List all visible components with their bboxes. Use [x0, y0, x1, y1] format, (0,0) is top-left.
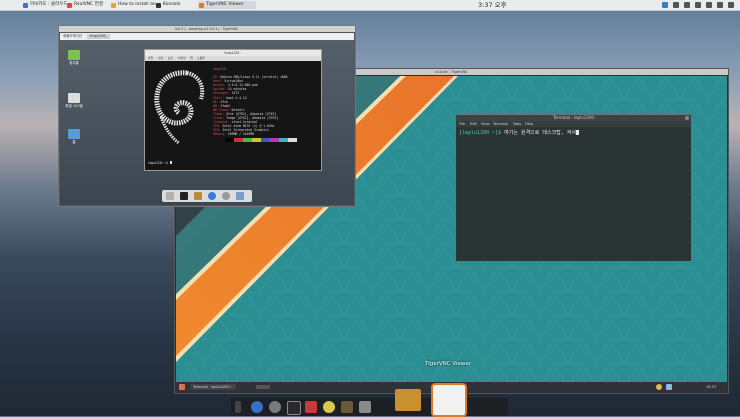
camera-icon[interactable] [269, 401, 281, 413]
terminal-line: [leplu1200 ~]$ 여기는 원격으로 데스크탑, 켜서 [459, 129, 580, 136]
neofetch-userhost: tmp4128 [213, 67, 227, 71]
browser-icon[interactable] [208, 192, 216, 200]
terminal-icon[interactable] [287, 401, 301, 415]
taskbar-item-label: RealVNC 연결 [74, 2, 103, 7]
drive-icon [68, 93, 80, 103]
menu-view[interactable]: View [481, 121, 490, 127]
trash-desktop-icon[interactable]: 휴지통 [65, 50, 83, 66]
color-palette [225, 138, 297, 142]
icon-label: 홈 [72, 140, 76, 144]
filesystem-desktop-icon[interactable]: 파일 시스템 [65, 93, 83, 109]
applications-menu[interactable]: 애플리케이션 [63, 33, 82, 40]
vm-dock [162, 190, 252, 202]
neofetch-terminal-window[interactable]: tmp4128 - 파일 편집 보기 터미널 탭 도움말 tmp4128 OS:… [144, 49, 322, 171]
folder-icon[interactable] [236, 192, 244, 200]
vm-task-item[interactable]: tmp4128_ [87, 34, 111, 39]
info-value: 209MB / 1019MB [227, 132, 254, 137]
notifications-icon[interactable] [717, 2, 723, 8]
home-desktop-icon[interactable]: 홈 [65, 129, 83, 145]
host-dock [231, 383, 508, 417]
search-icon[interactable] [222, 192, 230, 200]
terminal-icon[interactable] [180, 192, 188, 200]
menu-file[interactable]: File [459, 121, 465, 127]
menu-icon[interactable] [179, 384, 185, 390]
battery-icon[interactable] [695, 2, 701, 8]
icon-label: 휴지통 [69, 61, 79, 65]
file-manager-icon[interactable] [194, 192, 202, 200]
package-icon[interactable] [395, 389, 421, 411]
tigervnc-icon [199, 2, 204, 8]
volume-icon[interactable] [673, 2, 679, 8]
network-icon[interactable] [666, 384, 672, 390]
menu-terminal[interactable]: Terminal [493, 121, 508, 127]
settings-icon[interactable] [359, 401, 371, 413]
app-icon [23, 2, 28, 8]
terminal-menubar: File Edit View Terminal Tabs Help [456, 121, 691, 127]
trash-icon [68, 50, 80, 60]
apps-icon[interactable] [235, 401, 241, 413]
info-value: bash 4.4.12 [226, 95, 247, 100]
keyboard-icon[interactable] [684, 2, 690, 8]
taskbar-item-label: How to install an... [118, 2, 160, 7]
remote-task-item[interactable]: Terminal - leplu1200:~ [190, 384, 236, 390]
terminal-command: 여기는 원격으로 데스크탑, 켜서 [504, 130, 577, 136]
info-key: Memory: [213, 132, 227, 137]
browser-icon[interactable] [251, 401, 263, 413]
vm-window-title[interactable]: b5:1 (...desktop.x1:10:1) - TigerVNC [59, 26, 355, 32]
remote-clock[interactable]: 15:37 [706, 384, 716, 390]
app-icon [111, 2, 116, 8]
clock[interactable]: 3:37 오후 [478, 0, 507, 10]
network-icon[interactable] [662, 2, 668, 8]
tray-icon[interactable] [656, 384, 662, 390]
vm-window[interactable]: b5:1 (...desktop.x1:10:1) - TigerVNC 애플리… [58, 25, 356, 207]
taskbar-item-label: TigerVNC Viewer [206, 2, 244, 7]
terminal-icon [156, 2, 161, 8]
taskbar-item-label: 아보카도 : 클라우드 [30, 2, 68, 7]
show-desktop-icon[interactable] [166, 192, 174, 200]
home-icon [68, 129, 80, 139]
icon-label: 파일 시스템 [65, 104, 83, 108]
vm-topbar: 애플리케이션 tmp4128_ [60, 33, 354, 40]
terminal-prompt: [leplu1200 ~]$ [459, 130, 502, 136]
music-icon[interactable] [323, 401, 335, 413]
tigervnc-icon[interactable] [431, 383, 467, 417]
cursor [576, 130, 580, 135]
workspace-switcher[interactable] [256, 385, 270, 389]
top-panel: 아보카도 : 클라우드 RealVNC 연결 How to install an… [0, 0, 740, 11]
neofetch-prompt: tmp4128:~$ [148, 161, 172, 165]
close-icon[interactable] [685, 116, 689, 120]
debian-swirl-logo [154, 70, 205, 145]
terminal-window[interactable]: Terminal - leplu1200 File Edit View Term… [455, 114, 692, 262]
vm-desktop[interactable]: 애플리케이션 tmp4128_ 휴지통 파일 시스템 홈 tmp4128 - 파… [60, 33, 354, 205]
taskbar-item-active[interactable]: TigerVNC Viewer [198, 1, 256, 9]
menu-help[interactable]: Help [525, 121, 533, 127]
neofetch-output[interactable]: tmp4128 OS: Debian GNU/Linux 9.11 (stret… [145, 61, 321, 170]
editor-icon[interactable] [305, 401, 317, 413]
power-icon[interactable] [728, 2, 734, 8]
neofetch-info-line: Memory: 209MB / 1019MB [213, 132, 254, 136]
menu-tabs[interactable]: Tabs [513, 121, 521, 127]
taskbar-item[interactable]: 아보카도 : 클라우드 [22, 1, 72, 9]
menu-edit[interactable]: Edit [470, 121, 477, 127]
app-icon [67, 2, 72, 8]
image-viewer-icon[interactable] [341, 401, 353, 413]
taskbar-item-label: Konsole [163, 2, 181, 7]
terminal-output[interactable]: [leplu1200 ~]$ 여기는 원격으로 데스크탑, 켜서 [457, 128, 690, 260]
dock-tooltip: TigerVNC Viewer [425, 361, 472, 367]
bluetooth-icon[interactable] [706, 2, 712, 8]
